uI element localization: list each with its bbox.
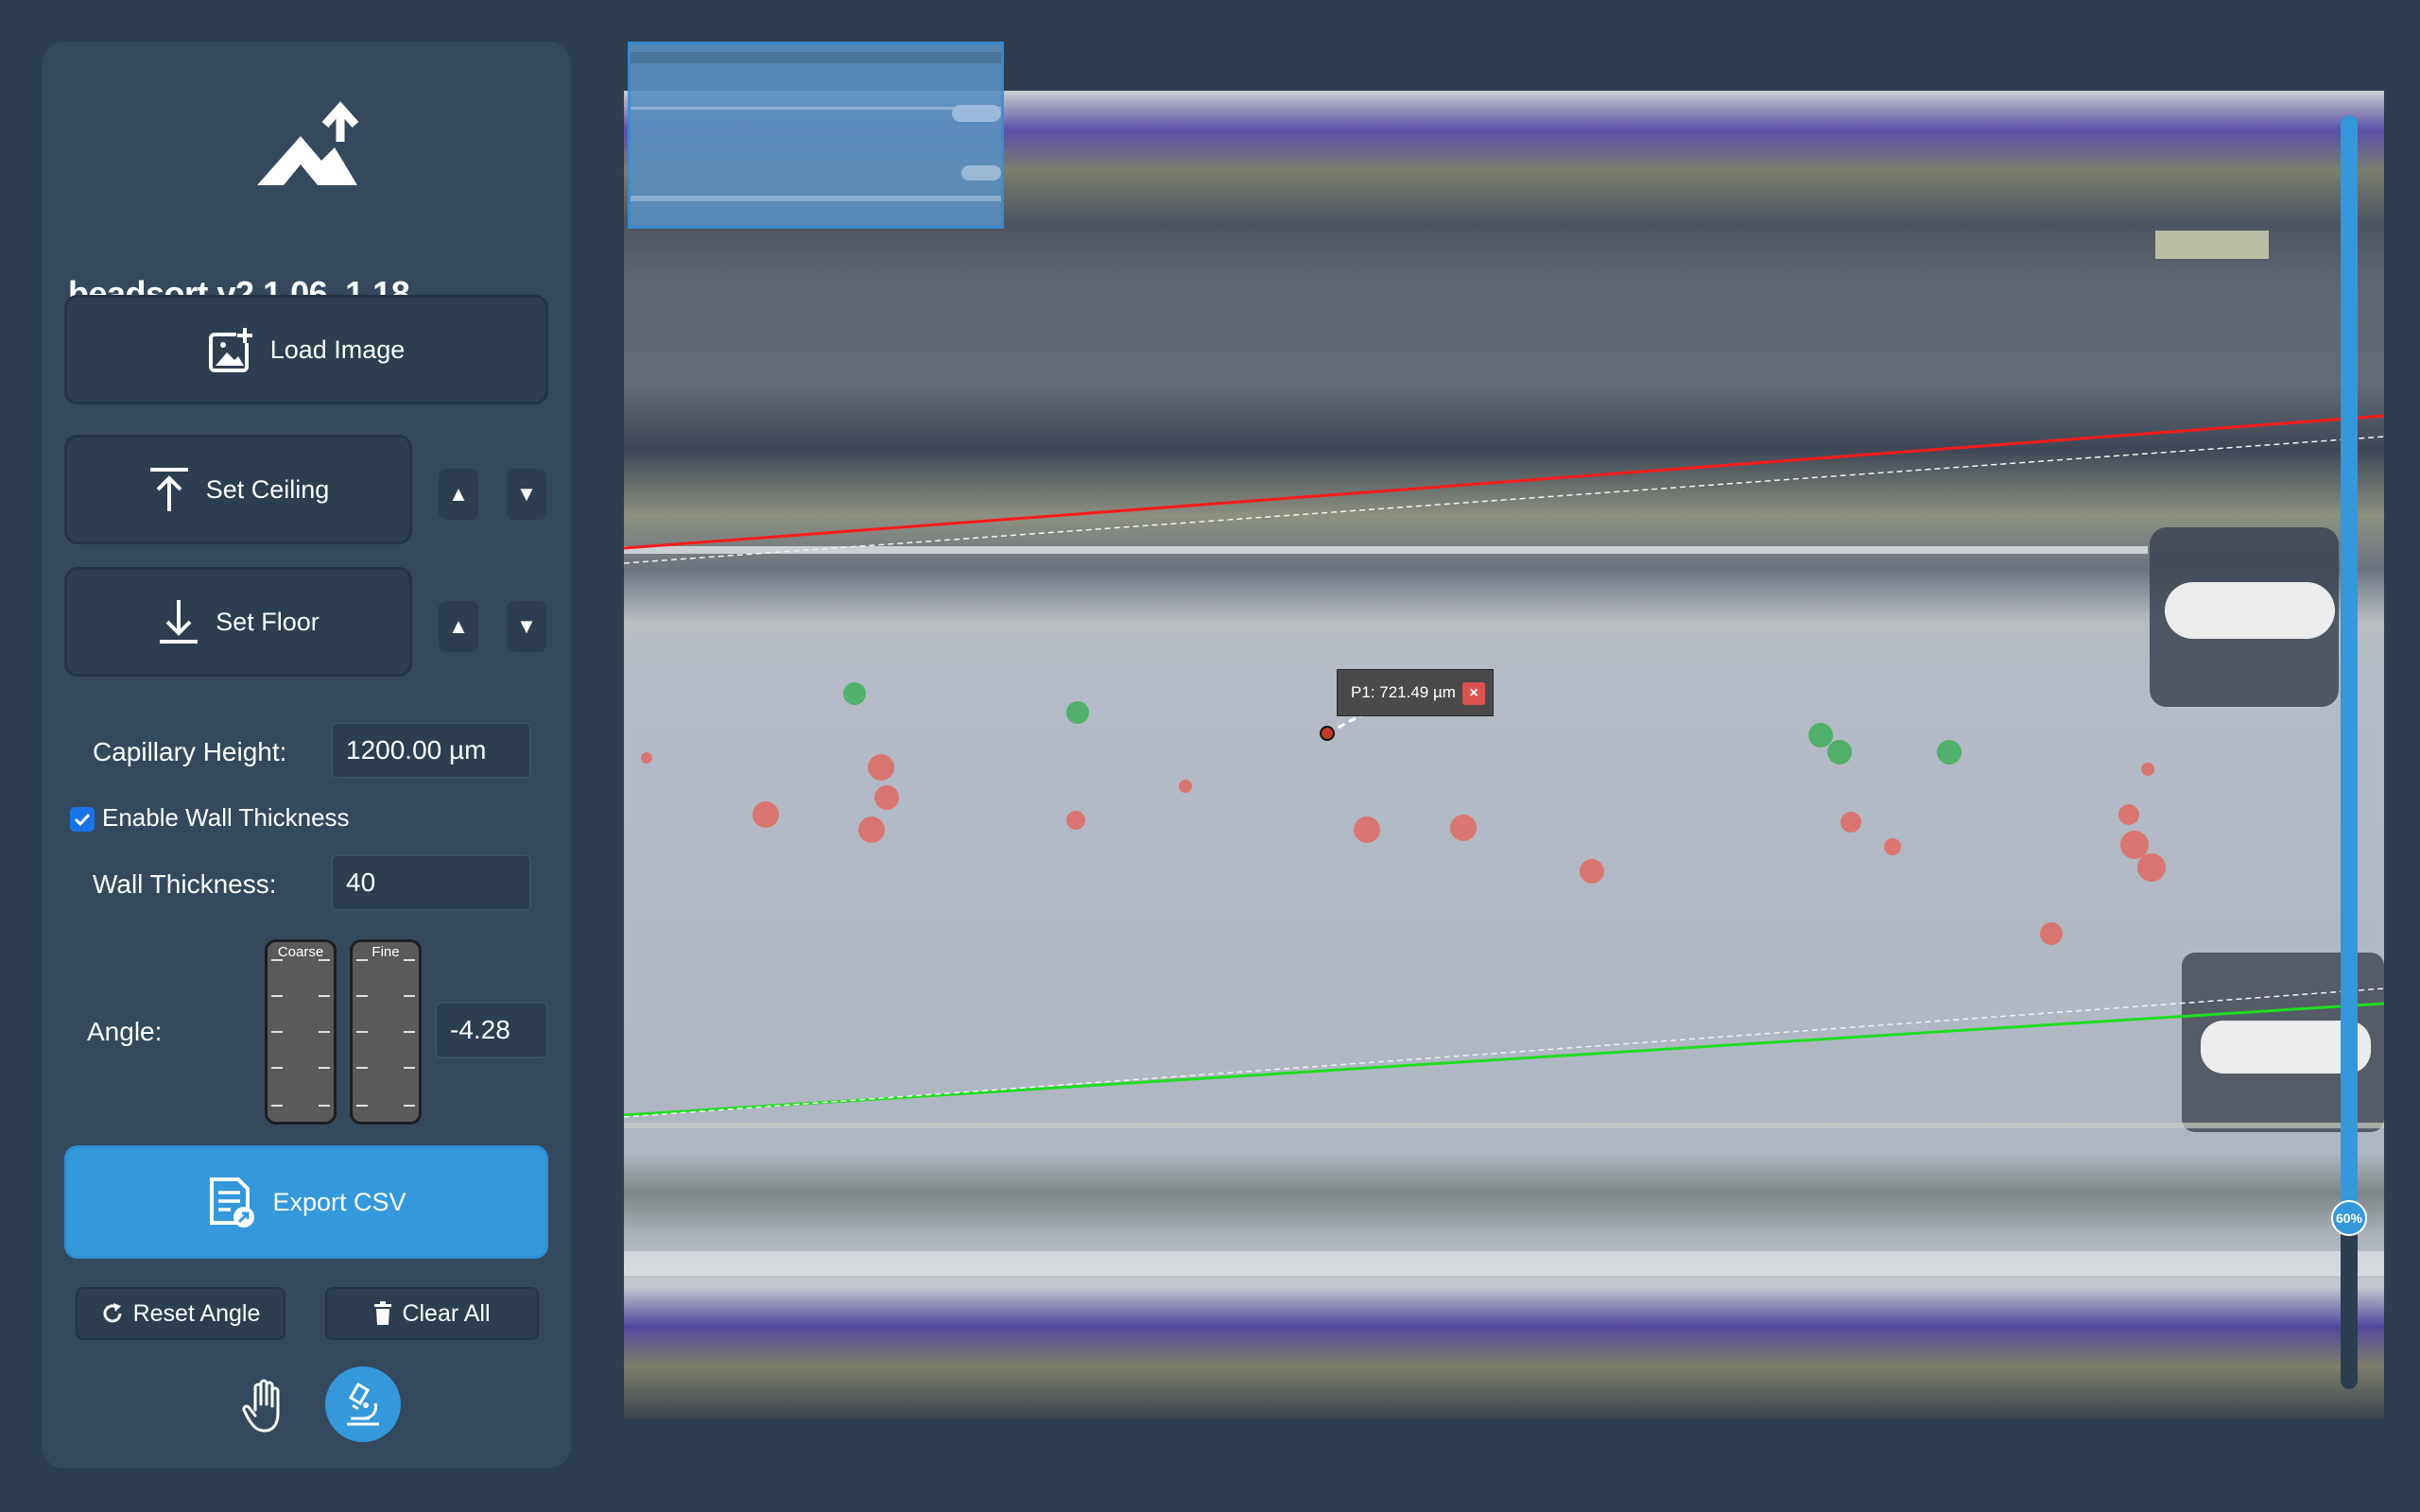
wall-thickness-label: Wall Thickness: [93,869,277,899]
capillary-image [624,91,2384,1419]
wall-thickness-checkbox-label: Enable Wall Thickness [102,803,350,832]
load-image-button[interactable]: Load Image [64,295,548,404]
refresh-icon [103,1303,122,1323]
measurement-label: P1: 721.49 µm [1351,683,1456,701]
sidebar: beadsort v2 1.06, 1.18. Load Image Set C… [42,42,571,1469]
arrow-down-to-line-icon [160,600,199,644]
ceiling-up-button[interactable]: ▲ [439,469,478,520]
fine-label: Fine [372,944,400,960]
microscope-icon [347,1382,379,1426]
export-csv-label: Export CSV [272,1187,406,1216]
angle-label: Angle: [87,1017,163,1046]
set-floor-label: Set Floor [216,607,320,636]
microscope-tool-button[interactable] [325,1366,401,1442]
clear-all-label: Clear All [402,1299,491,1327]
add-image-icon [208,328,253,372]
trash-icon [374,1301,392,1325]
microscope-image-viewer[interactable] [624,91,2384,1419]
load-image-label: Load Image [269,335,406,364]
export-document-icon [210,1177,255,1228]
capillary-height-input[interactable]: 1200.00 µm [331,722,531,779]
angle-input[interactable]: -4.28 [435,1002,548,1058]
hand-tool-button[interactable] [231,1370,299,1442]
measurement-point[interactable] [1320,726,1335,741]
wall-thickness-checkbox[interactable] [70,807,95,832]
close-measurement-button[interactable]: × [1462,682,1485,705]
export-csv-button[interactable]: Export CSV [64,1145,548,1259]
measurement-tooltip: P1: 721.49 µm × [1337,669,1494,716]
checkmark-icon [74,813,91,827]
coarse-label: Coarse [277,944,324,960]
fine-angle-slider[interactable]: Fine [350,939,422,1125]
mountain-upload-logo-icon [257,101,359,185]
ceiling-down-button[interactable]: ▼ [507,469,546,520]
arrow-up-to-line-icon [149,468,188,511]
capillary-height-label: Capillary Height: [93,737,287,766]
zoom-slider-fill [2341,115,2358,1217]
floor-up-button[interactable]: ▲ [439,601,478,652]
minimap-preview [631,44,1001,226]
reset-angle-label: Reset Angle [132,1299,261,1327]
set-floor-button[interactable]: Set Floor [64,567,412,677]
minimap[interactable] [628,42,1004,229]
hand-icon [242,1379,280,1433]
floor-down-button[interactable]: ▼ [507,601,546,652]
clear-all-button[interactable]: Clear All [325,1287,539,1340]
wall-thickness-input[interactable]: 40 [331,854,531,911]
zoom-slider-thumb[interactable]: 60% [2331,1200,2367,1236]
set-ceiling-label: Set Ceiling [205,474,330,504]
reset-angle-button[interactable]: Reset Angle [76,1287,285,1340]
coarse-angle-slider[interactable]: Coarse [265,939,337,1125]
set-ceiling-button[interactable]: Set Ceiling [64,435,412,544]
